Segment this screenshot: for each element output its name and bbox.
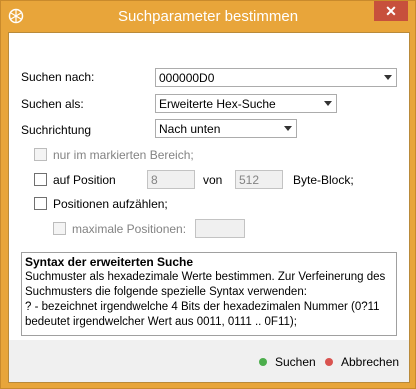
- cancel-button-label: Abbrechen: [341, 355, 400, 369]
- of-label: von: [203, 173, 223, 187]
- chevron-down-icon[interactable]: [384, 75, 392, 80]
- block-size-value: 512: [239, 173, 260, 187]
- block-size-input[interactable]: 512: [235, 170, 283, 189]
- list-positions-label: Positionen aufzählen;: [53, 197, 168, 211]
- list-positions-checkbox[interactable]: [34, 197, 47, 210]
- green-dot-icon: [259, 358, 267, 366]
- search-for-combobox[interactable]: 000000D0: [155, 68, 397, 87]
- block-label: Byte-Block;: [293, 173, 354, 187]
- search-for-label: Suchen nach:: [21, 70, 95, 84]
- red-dot-icon: [325, 358, 333, 366]
- chevron-down-icon[interactable]: [284, 126, 292, 131]
- syntax-help-box: Syntax der erweiterten Suche Suchmuster …: [21, 252, 397, 336]
- search-as-label: Suchen als:: [21, 97, 84, 111]
- search-as-select[interactable]: Erweiterte Hex-Suche: [155, 94, 337, 113]
- position-input[interactable]: 8: [147, 170, 195, 189]
- max-positions-input[interactable]: [195, 219, 245, 238]
- help-title: Syntax der erweiterten Suche: [25, 255, 194, 269]
- cancel-button[interactable]: Abbrechen: [321, 354, 401, 370]
- dialog-client: Suchen nach: 000000D0 Suchen als: Erweit…: [8, 32, 410, 383]
- position-value: 8: [151, 173, 158, 187]
- form-panel: Suchen nach: 000000D0 Suchen als: Erweit…: [9, 33, 409, 340]
- search-for-value: 000000D0: [159, 71, 215, 85]
- max-positions-label: maximale Positionen:: [72, 222, 187, 236]
- direction-select[interactable]: Nach unten: [155, 119, 297, 138]
- help-line: Suchmuster als hexadezimale Werte bestim…: [25, 271, 386, 283]
- only-selection-checkbox[interactable]: [34, 148, 47, 161]
- direction-label: Suchrichtung: [21, 123, 92, 137]
- direction-value: Nach unten: [159, 122, 221, 136]
- search-button[interactable]: Suchen: [255, 354, 319, 370]
- close-icon: ✕: [385, 2, 397, 19]
- at-position-label: auf Position: [53, 173, 116, 187]
- dialog-footer: Suchen Abbrechen: [9, 340, 409, 382]
- help-line: Suchmusters die folgende spezielle Synta…: [25, 286, 307, 298]
- title-bar[interactable]: Suchparameter bestimmen ✕: [1, 1, 415, 32]
- search-as-value: Erweiterte Hex-Suche: [159, 97, 276, 111]
- max-positions-checkbox[interactable]: [53, 222, 66, 235]
- search-button-label: Suchen: [275, 355, 316, 369]
- close-button[interactable]: ✕: [374, 1, 408, 21]
- help-line: ? - bezeichnet irgendwelche 4 Bits der h…: [25, 301, 380, 313]
- chevron-down-icon[interactable]: [324, 101, 332, 106]
- at-position-checkbox[interactable]: [34, 173, 47, 186]
- dialog-window: Suchparameter bestimmen ✕ Suchen nach: 0…: [0, 0, 416, 389]
- help-line: bedeutet irgendwelcher Wert aus 0011, 01…: [25, 316, 297, 328]
- window-title: Suchparameter bestimmen: [117, 8, 299, 25]
- only-selection-label: nur im markierten Bereich;: [53, 148, 194, 162]
